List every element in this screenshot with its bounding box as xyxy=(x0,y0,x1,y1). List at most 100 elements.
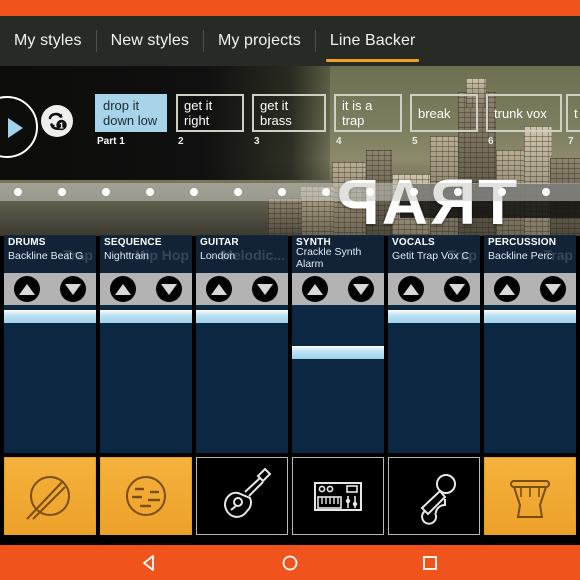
scrollbar-dot[interactable] xyxy=(322,188,330,196)
track-preset-stepper xyxy=(292,273,384,305)
recents-button[interactable] xyxy=(420,553,440,573)
track-preset-down-button[interactable] xyxy=(540,276,566,302)
scrollbar-dot[interactable] xyxy=(498,188,506,196)
part-box[interactable]: trunk vox xyxy=(486,94,562,132)
track-preset-stepper xyxy=(484,273,576,305)
tab-my-styles[interactable]: My styles xyxy=(0,16,96,66)
track-preset-up-button[interactable] xyxy=(14,276,40,302)
track-preset-name: Backline Perc xyxy=(488,250,553,262)
fader-handle[interactable] xyxy=(4,310,96,323)
track-volume-fader[interactable] xyxy=(4,305,96,453)
part-number: 6 xyxy=(488,136,494,147)
track-preset-down-button[interactable] xyxy=(60,276,86,302)
up-arrow-icon xyxy=(19,283,35,295)
part-4[interactable]: it is a trap 4 xyxy=(334,94,402,147)
mixer-tracks: Trap DRUMS Backline Beat G Hip Hop SEQUENCE N… xyxy=(0,201,580,545)
track-name: DRUMS xyxy=(8,237,46,248)
part-name: it is a trap xyxy=(342,98,373,128)
part-name: trunk vox xyxy=(494,105,547,121)
sequencer-icon xyxy=(126,476,166,516)
part-box[interactable]: t xyxy=(566,94,580,132)
fader-handle[interactable] xyxy=(484,310,576,323)
part-number: 4 xyxy=(336,136,342,147)
track-preset-up-button[interactable] xyxy=(110,276,136,302)
scrollbar-dot[interactable] xyxy=(58,188,66,196)
tab-line-backer[interactable]: Line Backer xyxy=(316,16,430,66)
down-arrow-icon xyxy=(161,283,177,295)
fader-handle[interactable] xyxy=(196,310,288,323)
track-instrument-button[interactable] xyxy=(196,457,288,535)
track-preset-up-button[interactable] xyxy=(302,276,328,302)
part-7[interactable]: t7 xyxy=(566,94,580,147)
part-2[interactable]: get it right 2 xyxy=(176,94,244,147)
track-sequence: Hip Hop SEQUENCE Nighttrain xyxy=(100,201,192,545)
tab-new-styles[interactable]: New styles xyxy=(97,16,203,66)
part-6[interactable]: trunk vox 6 xyxy=(486,94,562,147)
track-preset-down-button[interactable] xyxy=(156,276,182,302)
part-number: Part 1 xyxy=(97,136,125,147)
scrollbar-dot[interactable] xyxy=(542,188,550,196)
part-number: 3 xyxy=(254,136,260,147)
track-preset-down-button[interactable] xyxy=(444,276,470,302)
track-instrument-button[interactable] xyxy=(388,457,480,535)
drum-pad-icon xyxy=(26,476,70,520)
part-3[interactable]: get it brass 3 xyxy=(252,94,326,147)
part-box[interactable]: get it right xyxy=(176,94,244,132)
track-preset-down-button[interactable] xyxy=(252,276,278,302)
track-volume-fader[interactable] xyxy=(196,305,288,453)
scrollbar-dot[interactable] xyxy=(190,188,198,196)
track-header: SYNTH Crackle Synth Alarm xyxy=(292,235,384,273)
track-instrument-button[interactable] xyxy=(100,457,192,535)
scrollbar-dot[interactable] xyxy=(14,188,22,196)
track-header: Trap VOCALS Getit Trap Vox C xyxy=(388,235,480,273)
scrollbar-dot[interactable] xyxy=(234,188,242,196)
track-preset-up-button[interactable] xyxy=(206,276,232,302)
back-button[interactable] xyxy=(140,553,160,573)
back-triangle-icon xyxy=(143,554,154,571)
track-preset-up-button[interactable] xyxy=(494,276,520,302)
up-arrow-icon xyxy=(211,283,227,295)
track-name: GUITAR xyxy=(200,237,239,248)
home-button[interactable] xyxy=(280,553,300,573)
part-box[interactable]: get it brass xyxy=(252,94,326,132)
scrollbar-dot[interactable] xyxy=(454,188,462,196)
track-volume-fader[interactable] xyxy=(292,305,384,453)
track-synth: SYNTH Crackle Synth Alarm xyxy=(292,201,384,545)
scrollbar-dot[interactable] xyxy=(278,188,286,196)
track-preset-name: Backline Beat G xyxy=(8,250,84,262)
scrollbar-dot[interactable] xyxy=(410,188,418,196)
scrollbar-dot[interactable] xyxy=(366,188,374,196)
track-preset-down-button[interactable] xyxy=(348,276,374,302)
parts-strip[interactable]: drop it down low Part 1 get it right 2 get i… xyxy=(0,66,580,180)
track-instrument-button[interactable] xyxy=(484,457,576,535)
part-box[interactable]: it is a trap xyxy=(334,94,402,132)
scrollbar-dot[interactable] xyxy=(102,188,110,196)
track-preset-name: Getit Trap Vox C xyxy=(392,250,470,262)
part-5[interactable]: break 5 xyxy=(410,94,478,147)
part-box[interactable]: drop it down low xyxy=(95,94,167,132)
parts-scrollbar[interactable] xyxy=(0,183,580,201)
tab-my-projects[interactable]: My projects xyxy=(204,16,315,66)
track-percussion: Trap PERCUSSION Backline Perc xyxy=(484,201,576,545)
part-box[interactable]: break xyxy=(410,94,478,132)
tab-label: My projects xyxy=(217,32,301,49)
status-bar xyxy=(0,0,580,16)
scrollbar-dot[interactable] xyxy=(146,188,154,196)
track-instrument-button[interactable] xyxy=(4,457,96,535)
part-name: break xyxy=(418,105,451,121)
track-header: Trap DRUMS Backline Beat G xyxy=(4,235,96,273)
track-preset-stepper xyxy=(196,273,288,305)
track-instrument-button[interactable] xyxy=(292,457,384,535)
fader-handle[interactable] xyxy=(100,310,192,323)
fader-handle[interactable] xyxy=(292,346,384,359)
tab-label: New styles xyxy=(110,32,189,49)
track-volume-fader[interactable] xyxy=(388,305,480,453)
track-volume-fader[interactable] xyxy=(100,305,192,453)
tab-label: Line Backer xyxy=(329,32,416,49)
track-preset-up-button[interactable] xyxy=(398,276,424,302)
tab-bar: My styles New styles My projects Line Backe… xyxy=(0,16,580,66)
android-navigation-bar xyxy=(0,545,580,580)
track-volume-fader[interactable] xyxy=(484,305,576,453)
part-1[interactable]: drop it down low Part 1 xyxy=(95,94,167,147)
fader-handle[interactable] xyxy=(388,310,480,323)
